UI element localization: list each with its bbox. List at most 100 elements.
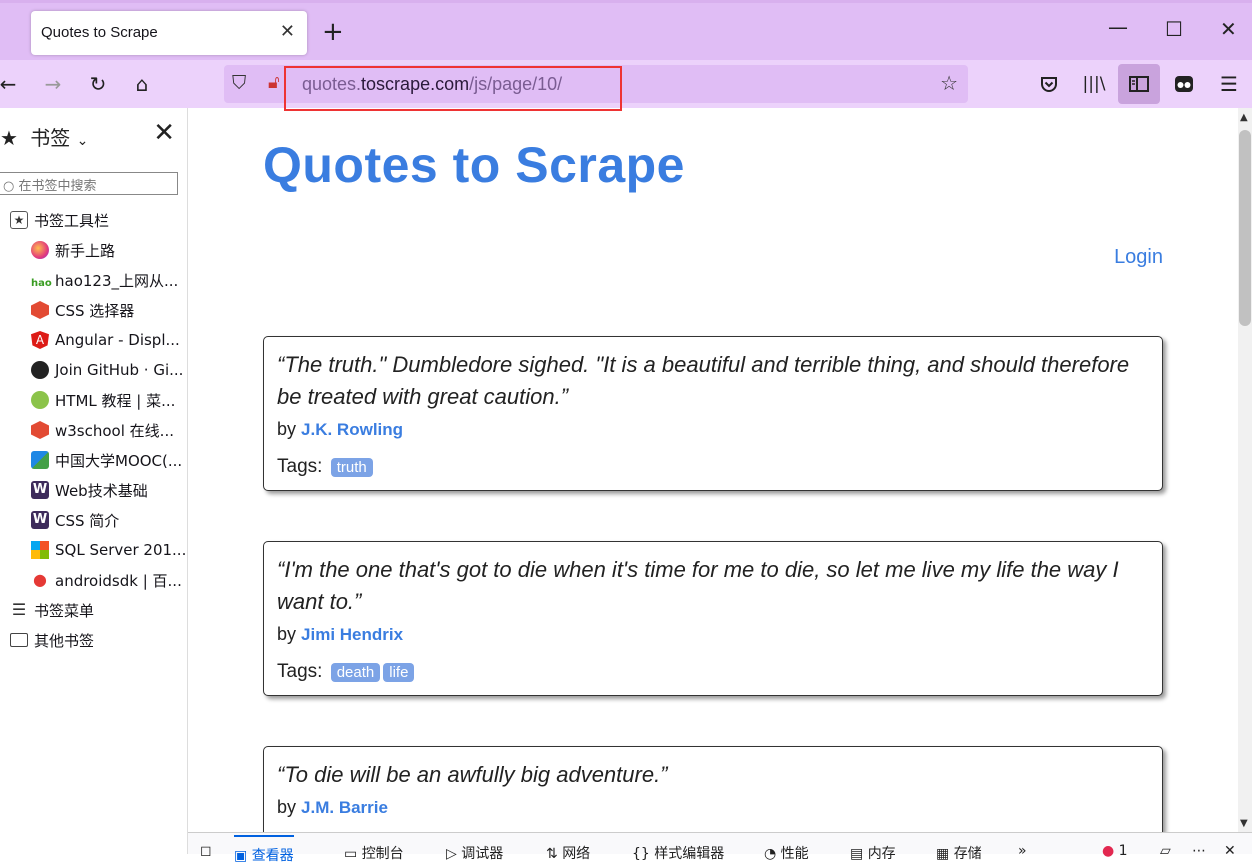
scroll-down-icon[interactable]: ▼ [1240,818,1248,829]
reload-icon[interactable]: ↻ [84,70,112,98]
bookmark-search-input[interactable]: ○ 在书签中搜索 [0,172,178,195]
extension-icon[interactable] [1170,70,1198,98]
error-count-badge[interactable]: ● 1 [1102,843,1128,859]
sidebar-item[interactable]: W Web技术基础 [31,475,148,505]
devtools-pick-icon[interactable]: ◻ [200,843,212,859]
quote-card: “The truth." Dumbledore sighed. "It is a… [263,336,1163,491]
quote-text: “I'm the one that's got to die when it's… [277,557,1119,614]
bookmarks-sidebar: ★ 书签 ⌄ ✕ ○ 在书签中搜索 ★ 书签工具栏 新手上路 hao hao12… [0,108,188,854]
quote-text: “To die will be an awfully big adventure… [277,762,668,787]
runoob-icon [31,391,49,409]
browser-tab[interactable]: Quotes to Scrape ✕ [31,11,307,55]
back-icon[interactable]: ← [0,70,22,98]
folder-icon [10,633,28,647]
angular-icon: A [31,331,49,349]
close-devtools-icon[interactable]: ✕ [1224,843,1236,859]
tab-memory[interactable]: ▤ 内存 [850,843,896,863]
forward-icon[interactable]: → [39,70,67,98]
quote-byline: by J.K. Rowling [277,419,404,439]
tab-storage[interactable]: ▦ 存储 [936,843,982,863]
url-highlight-box [284,66,622,111]
sidebar-item[interactable]: SQL Server 201... [31,535,186,565]
sidebar-item[interactable]: hao hao123_上网从... [31,265,178,295]
sidebar-item[interactable]: Join GitHub · Gi... [31,355,183,385]
quote-text: “The truth." Dumbledore sighed. "It is a… [277,352,1130,409]
home-icon[interactable]: ⌂ [128,70,156,98]
scroll-up-icon[interactable]: ▲ [1240,112,1248,123]
quote-tags: Tags: truth [277,456,1149,478]
tab-style-editor[interactable]: {} 样式编辑器 [632,843,724,863]
sidebar-item[interactable]: 新手上路 [31,235,115,265]
close-sidebar-icon[interactable]: ✕ [153,120,175,146]
devtools-toolbar: ◻ ▣ 查看器 ▭ 控制台 ▷ 调试器 ⇅ 网络 {} 样式编辑器 ◔ 性能 ▤… [188,832,1252,864]
sidebar-item[interactable]: HTML 教程 | 菜... [31,385,175,415]
sidebar-item[interactable]: A Angular - Displ... [31,325,180,355]
close-window-icon[interactable]: ✕ [1220,17,1237,41]
star-icon: ★ [0,126,18,150]
navigation-toolbar: ← → ↻ ⌂ ⛉ 🔓︎ quotes.toscrape.com/js/page… [0,60,1252,108]
maximize-icon[interactable]: ☐ [1165,17,1183,41]
sidebar-item[interactable]: ● androidsdk | 百... [31,565,182,595]
sidebar-item[interactable]: 中国大学MOOC(... [31,445,182,475]
tab-network[interactable]: ⇅ 网络 [546,843,590,863]
tag-link[interactable]: death [330,663,381,682]
scrollbar-thumb[interactable] [1239,130,1251,326]
quote-tags: Tags: death life [277,661,1149,683]
tab-title: Quotes to Scrape [41,24,158,41]
minimize-icon[interactable]: — [1108,15,1128,39]
author-link[interactable]: J.M. Barrie [301,798,388,817]
page-content: Quotes to Scrape Login “The truth." Dumb… [188,108,1238,832]
more-options-icon[interactable]: ⋯ [1192,843,1206,859]
sidebar-item[interactable]: CSS 选择器 [31,295,134,325]
tab-performance[interactable]: ◔ 性能 [764,843,809,863]
mooc-icon [31,451,49,469]
shield-icon[interactable]: ⛉ [232,72,246,94]
error-icon: ● [1102,843,1115,859]
pocket-icon[interactable] [1035,70,1063,98]
quote-card: “I'm the one that's got to die when it's… [263,541,1163,696]
chevron-down-icon: ⌄ [76,133,89,149]
map-pin-icon: ● [33,570,47,589]
menu-icon[interactable]: ☰ [1215,70,1243,98]
sidebar-toggle-icon[interactable] [1118,64,1160,104]
sidebar-item[interactable]: W CSS 简介 [31,505,119,535]
tab-console[interactable]: ▭ 控制台 [344,843,404,863]
page-scrollbar[interactable]: ▲ ▼ [1238,108,1252,832]
tag-link[interactable]: truth [330,458,373,477]
quote-byline: by Jimi Hendrix [277,624,404,644]
github-icon [31,361,49,379]
sidebar-item-other[interactable]: 其他书签 [10,625,94,655]
hao123-icon: hao [31,278,52,289]
sidebar-item-menu[interactable]: ☰ 书签菜单 [10,595,94,625]
windows-icon [31,541,49,559]
library-icon[interactable]: |||\ [1080,70,1108,98]
close-icon[interactable]: ✕ [280,22,295,42]
quote-byline: by J.M. Barrie [277,797,388,817]
firefox-icon [31,241,49,259]
sidebar-item-toolbar[interactable]: ★ 书签工具栏 [10,205,109,235]
star-icon[interactable]: ☆ [940,71,958,95]
sidebar-item[interactable]: w3school 在线... [31,415,174,445]
tab-debugger[interactable]: ▷ 调试器 [446,843,503,863]
html5-icon [31,421,49,439]
w-icon: W [31,481,49,499]
more-tabs-icon[interactable]: » [1018,843,1027,859]
site-title[interactable]: Quotes to Scrape [263,136,685,194]
sidebar-header[interactable]: ★ 书签 ⌄ [0,122,88,151]
tab-inspector[interactable]: ▣ 查看器 [234,835,294,865]
list-icon: ☰ [11,600,27,619]
new-tab-icon[interactable]: + [322,19,344,45]
html5-icon [31,301,49,319]
insecure-lock-icon[interactable]: 🔓︎ [268,72,280,93]
tag-link[interactable]: life [383,663,415,682]
search-icon: ○ [3,179,15,194]
author-link[interactable]: J.K. Rowling [301,420,403,439]
quote-card: “To die will be an awfully big adventure… [263,746,1163,832]
author-link[interactable]: Jimi Hendrix [301,625,403,644]
dock-icon[interactable]: ▱ [1160,843,1171,859]
bookmark-toolbar-icon: ★ [10,211,28,229]
sidebar-title: 书签 [30,126,71,150]
w-icon: W [31,511,49,529]
login-link[interactable]: Login [1114,246,1163,269]
tab-strip: Quotes to Scrape ✕ + — ☐ ✕ [0,0,1252,60]
